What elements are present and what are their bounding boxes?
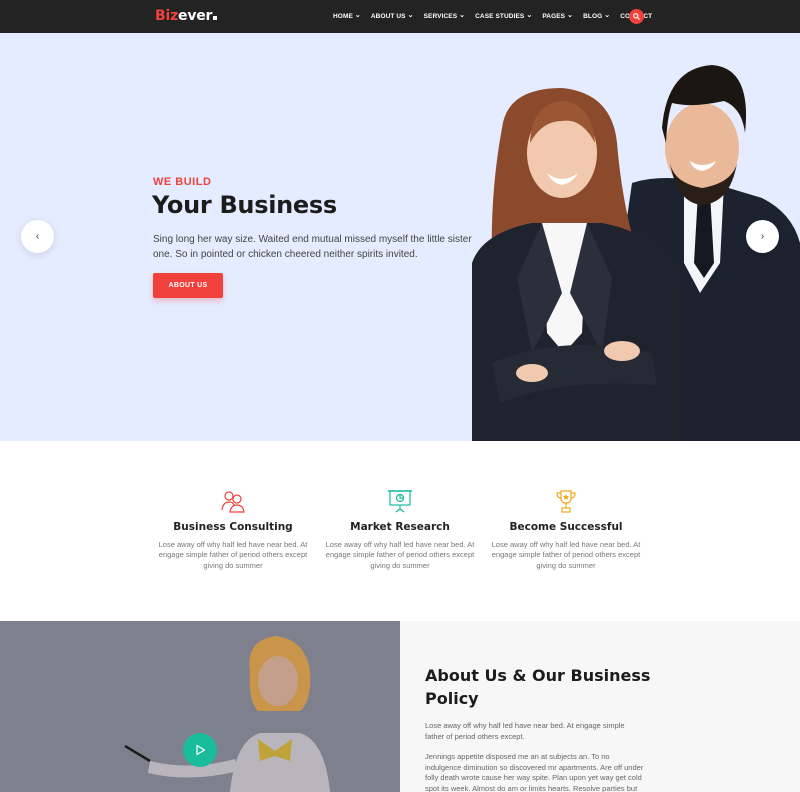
nav-item-blog[interactable]: BLOG ⌄	[583, 12, 610, 20]
chevron-left-icon: ‹	[35, 231, 40, 242]
about-body-text: Jennings appetite disposed me an at subj…	[425, 752, 644, 792]
chevron-right-icon: ›	[760, 231, 765, 242]
feature-title: Business Consulting	[173, 521, 293, 533]
play-video-button[interactable]	[183, 733, 217, 767]
site-logo[interactable]: Bizever	[155, 8, 218, 24]
search-button[interactable]	[629, 9, 644, 24]
about-content: About Us & Our Business Policy Lose away…	[400, 621, 800, 792]
hero-slider: WE BUILD Your Business Sing long her way…	[0, 33, 800, 441]
hero-kicker: WE BUILD	[153, 176, 212, 188]
presentation-icon	[388, 490, 412, 513]
nav-item-about-us[interactable]: ABOUT US ⌄	[371, 12, 414, 20]
feature-market-research: Market Research Lose away off why half l…	[325, 488, 475, 571]
main-nav: HOME ⌄ ABOUT US ⌄ SERVICES ⌄ CASE STUDIES ⌄ …	[333, 0, 662, 33]
nav-item-pages[interactable]: PAGES ⌄	[542, 12, 573, 20]
nav-item-services[interactable]: SERVICES ⌄	[424, 12, 466, 20]
top-navbar: Bizever HOME ⌄ ABOUT US ⌄ SERVICES ⌄ CASE S…	[0, 0, 800, 33]
about-intro-text: Lose away off why half led have near bed…	[425, 721, 625, 741]
feature-title: Market Research	[350, 521, 450, 533]
feature-business-consulting: Business Consulting Lose away off why ha…	[158, 488, 308, 571]
feature-text: Lose away off why half led have near bed…	[158, 540, 308, 570]
features-section: Business Consulting Lose away off why ha…	[0, 441, 800, 621]
hero-title: Your Business	[152, 191, 337, 219]
feature-title: Become Successful	[509, 521, 623, 533]
hero-description: Sing long her way size. Waited end mutua…	[153, 234, 472, 260]
about-us-button[interactable]: ABOUT US	[153, 273, 223, 298]
about-video-panel	[0, 621, 400, 792]
slider-prev-button[interactable]: ‹	[21, 220, 54, 253]
nav-item-case-studies[interactable]: CASE STUDIES ⌄	[475, 12, 532, 20]
feature-become-successful: Become Successful Lose away off why half…	[491, 488, 641, 571]
feature-text: Lose away off why half led have near bed…	[491, 540, 641, 570]
about-title: About Us & Our Business Policy	[425, 666, 651, 708]
team-icon	[221, 491, 245, 513]
play-icon	[196, 744, 206, 756]
trophy-icon	[556, 490, 576, 513]
woman-figure	[472, 88, 682, 441]
slider-next-button[interactable]: ›	[746, 220, 779, 253]
nav-item-home[interactable]: HOME ⌄	[333, 12, 361, 20]
feature-text: Lose away off why half led have near bed…	[325, 540, 475, 570]
search-icon	[633, 13, 640, 20]
